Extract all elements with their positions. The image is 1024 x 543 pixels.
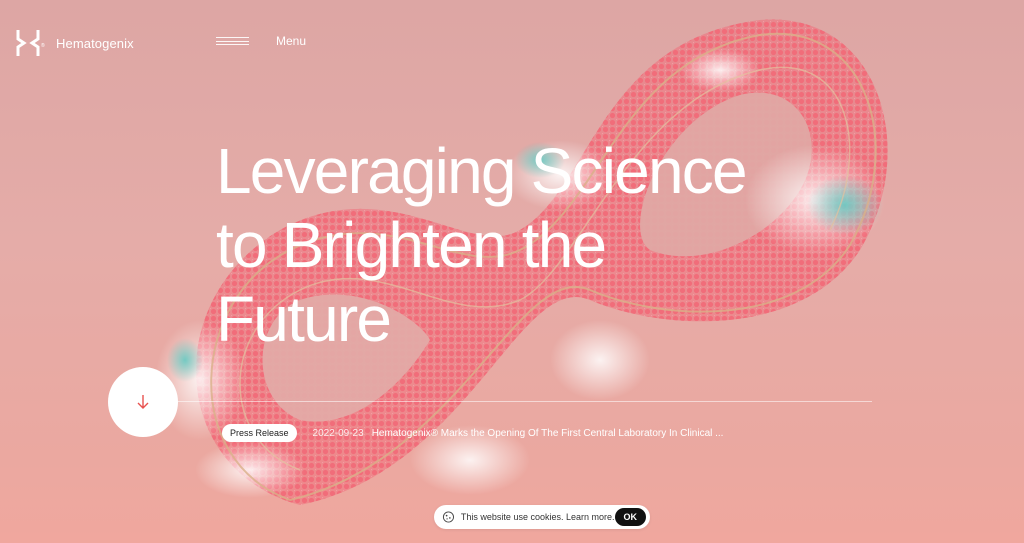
news-date: 2022-09-23 xyxy=(312,427,364,439)
arrow-down-icon xyxy=(137,395,149,409)
menu-button[interactable]: Menu xyxy=(216,34,306,48)
brand-logo[interactable]: ® Hematogenix xyxy=(16,28,134,58)
hero-title: Leveraging Science to Brighten the Futur… xyxy=(216,134,916,356)
menu-label: Menu xyxy=(276,34,307,48)
press-release-badge: Press Release xyxy=(222,424,297,442)
svg-text:®: ® xyxy=(41,42,45,49)
hero-title-line-1: Leveraging Science xyxy=(216,135,748,207)
cookie-message[interactable]: This website use cookies. Learn more. xyxy=(461,512,615,522)
hamburger-icon xyxy=(216,37,249,45)
cookie-icon xyxy=(442,511,454,523)
news-item[interactable]: Press Release 2022-09-23 Hematogenix® Ma… xyxy=(222,424,723,442)
news-headline[interactable]: Hematogenix® Marks the Opening Of The Fi… xyxy=(372,428,724,439)
hero-title-line-3: Future xyxy=(216,283,392,355)
news-divider xyxy=(178,401,872,402)
cookie-banner: This website use cookies. Learn more. OK xyxy=(434,505,650,529)
scroll-down-button[interactable] xyxy=(108,367,178,437)
brand-name: Hematogenix xyxy=(56,35,134,51)
cookie-ok-button[interactable]: OK xyxy=(614,508,646,526)
page: ® Hematogenix Menu Leveraging Science to… xyxy=(0,0,1024,543)
hero-title-line-2: to Brighten the xyxy=(216,209,607,281)
hematogenix-logo-icon: ® xyxy=(16,30,45,56)
